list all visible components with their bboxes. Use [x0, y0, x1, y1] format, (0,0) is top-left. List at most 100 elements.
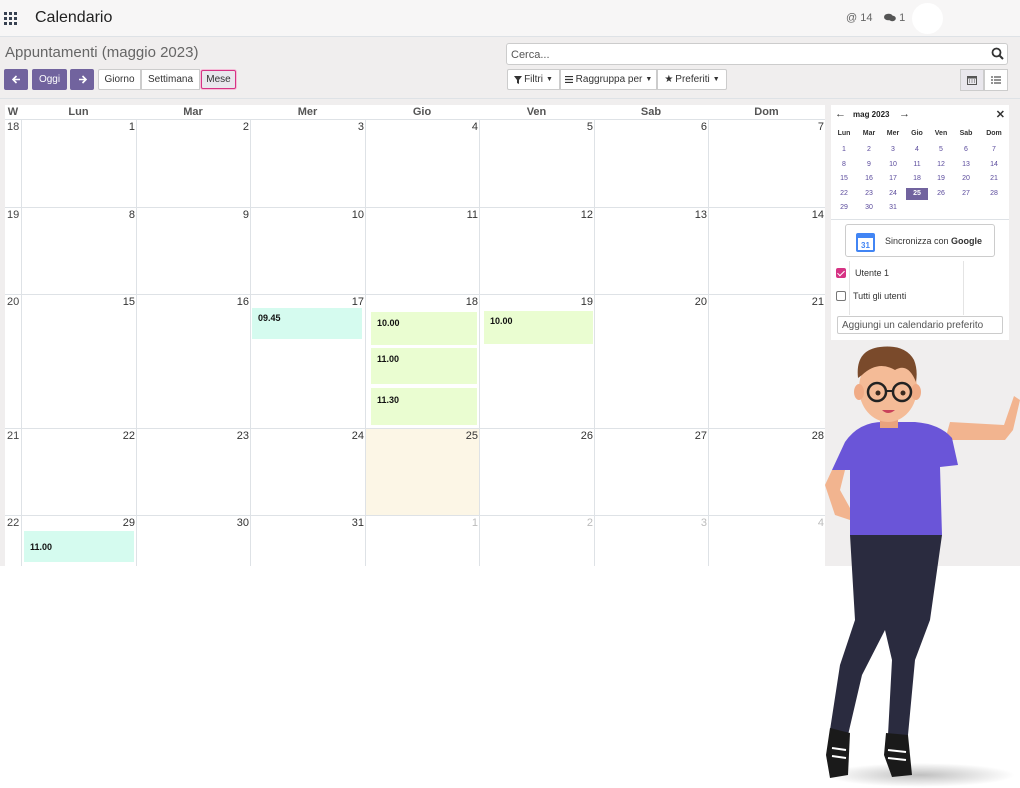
- calendar-day-cell[interactable]: 29 11.00: [21, 516, 136, 566]
- mini-calendar-day[interactable]: 27: [955, 188, 977, 200]
- calendar-event[interactable]: 10.00: [484, 311, 593, 344]
- group-by-dropdown[interactable]: Raggruppa per ▼: [560, 69, 657, 90]
- calendar-day-cell[interactable]: 14: [708, 208, 825, 294]
- mini-calendar-day[interactable]: 5: [930, 144, 952, 156]
- mini-calendar-day[interactable]: 9: [858, 159, 880, 171]
- mini-calendar-day[interactable]: 21: [983, 173, 1005, 185]
- calendar-event[interactable]: 10.00: [371, 312, 477, 345]
- calendar-day-cell[interactable]: 15: [21, 295, 136, 428]
- messages-indicator[interactable]: 1: [884, 12, 905, 24]
- mini-calendar-day[interactable]: 22: [833, 188, 855, 200]
- mini-calendar-day[interactable]: 18: [906, 173, 928, 185]
- view-week-button[interactable]: Settimana: [141, 69, 200, 90]
- calendar-day-cell[interactable]: 11: [365, 208, 479, 294]
- calendar-day-cell[interactable]: 3: [250, 120, 365, 207]
- star-icon: ★: [664, 74, 674, 85]
- calendar-day-cell[interactable]: 26: [479, 429, 594, 515]
- calendar-event[interactable]: 11.00: [24, 531, 134, 562]
- mini-calendar-day[interactable]: 19: [930, 173, 952, 185]
- mini-calendar-day[interactable]: 3: [882, 144, 904, 156]
- mini-calendar-day[interactable]: 29: [833, 202, 855, 214]
- calendar-day-cell[interactable]: 19 10.00: [479, 295, 594, 428]
- mini-calendar-day[interactable]: 31: [882, 202, 904, 214]
- mini-calendar-day[interactable]: 4: [906, 144, 928, 156]
- calendar-day-cell[interactable]: 2: [479, 516, 594, 566]
- filter-utente1[interactable]: Utente 1: [836, 268, 889, 278]
- checkbox[interactable]: [836, 291, 846, 301]
- close-icon[interactable]: ✕: [996, 108, 1005, 121]
- calendar-day-cell[interactable]: 5: [479, 120, 594, 207]
- mini-calendar-day[interactable]: 8: [833, 159, 855, 171]
- calendar-day-cell[interactable]: 16: [136, 295, 250, 428]
- calendar-event[interactable]: 09.45: [252, 308, 362, 339]
- calendar-day-cell[interactable]: 7: [708, 120, 825, 207]
- mini-calendar-day[interactable]: 15: [833, 173, 855, 185]
- view-month-button[interactable]: Mese: [201, 70, 236, 89]
- apps-menu-icon[interactable]: [4, 12, 17, 25]
- calendar-day-cell[interactable]: 6: [594, 120, 708, 207]
- mini-calendar-day[interactable]: 14: [983, 159, 1005, 171]
- previous-button[interactable]: [4, 69, 28, 90]
- filter-all-users[interactable]: Tutti gli utenti: [836, 291, 906, 301]
- mini-calendar-day[interactable]: 23: [858, 188, 880, 200]
- calendar-day-cell[interactable]: 12: [479, 208, 594, 294]
- calendar-day-cell[interactable]: 27: [594, 429, 708, 515]
- arrow-right-icon[interactable]: →: [899, 108, 910, 120]
- mentions-indicator[interactable]: @ 14: [846, 12, 872, 24]
- arrow-left-icon[interactable]: ←: [835, 108, 846, 120]
- calendar-day-cell[interactable]: 18 10.00 11.00 11.30: [365, 295, 479, 428]
- mini-calendar-day[interactable]: 1: [833, 144, 855, 156]
- weekday-header: Lun: [68, 106, 89, 118]
- mini-calendar-day[interactable]: 26: [930, 188, 952, 200]
- calendar-day-cell[interactable]: 17 09.45: [250, 295, 365, 428]
- calendar-day-cell[interactable]: 22: [21, 429, 136, 515]
- list-view-button[interactable]: [984, 69, 1008, 91]
- mini-calendar-day[interactable]: 6: [955, 144, 977, 156]
- mini-calendar-day[interactable]: 7: [983, 144, 1005, 156]
- mini-calendar-day[interactable]: 13: [955, 159, 977, 171]
- calendar-day-cell[interactable]: 9: [136, 208, 250, 294]
- calendar-day-cell[interactable]: 31: [250, 516, 365, 566]
- calendar-day-cell[interactable]: 8: [21, 208, 136, 294]
- mini-calendar-day[interactable]: 17: [882, 173, 904, 185]
- calendar-day-cell[interactable]: 20: [594, 295, 708, 428]
- mini-calendar-day[interactable]: 11: [906, 159, 928, 171]
- calendar-day-cell[interactable]: 23: [136, 429, 250, 515]
- view-day-button[interactable]: Giorno: [98, 69, 141, 90]
- search-bar[interactable]: [506, 43, 1008, 65]
- mini-calendar-day[interactable]: 10: [882, 159, 904, 171]
- calendar-day-cell[interactable]: 4: [365, 120, 479, 207]
- mini-calendar-day[interactable]: 20: [955, 173, 977, 185]
- calendar-day-cell[interactable]: 13: [594, 208, 708, 294]
- search-input[interactable]: [511, 47, 981, 62]
- favorites-dropdown[interactable]: ★ Preferiti ▼: [657, 69, 727, 90]
- mini-calendar-day[interactable]: 16: [858, 173, 880, 185]
- today-button[interactable]: Oggi: [32, 69, 67, 90]
- app-title[interactable]: Calendario: [35, 9, 112, 27]
- checkbox-checked[interactable]: [836, 268, 846, 278]
- calendar-event[interactable]: 11.00: [371, 348, 477, 384]
- search-icon[interactable]: [991, 47, 1004, 60]
- calendar-day-cell[interactable]: 2: [136, 120, 250, 207]
- next-button[interactable]: [70, 69, 94, 90]
- calendar-day-cell[interactable]: 10: [250, 208, 365, 294]
- day-number: 27: [694, 430, 707, 442]
- user-avatar[interactable]: [912, 3, 943, 34]
- google-sync-button[interactable]: 31 Sincronizza con Google: [845, 224, 995, 257]
- calendar-day-cell[interactable]: 1: [21, 120, 136, 207]
- calendar-day-cell[interactable]: 24: [250, 429, 365, 515]
- mini-calendar-day[interactable]: 24: [882, 188, 904, 200]
- filters-dropdown[interactable]: Filtri ▼: [507, 69, 560, 90]
- mini-calendar-day[interactable]: 28: [983, 188, 1005, 200]
- mini-calendar-day-selected[interactable]: 25: [906, 187, 928, 200]
- calendar-view-button[interactable]: [960, 69, 984, 91]
- calendar-day-cell[interactable]: 30: [136, 516, 250, 566]
- mini-calendar-day[interactable]: 30: [858, 202, 880, 214]
- calendar-event[interactable]: 11.30: [371, 388, 477, 425]
- calendar-day-cell-today[interactable]: 25: [365, 429, 479, 515]
- calendar-day-cell[interactable]: 1: [365, 516, 479, 566]
- day-number: 17: [351, 296, 364, 308]
- mini-calendar-day[interactable]: 12: [930, 159, 952, 171]
- mini-calendar-day[interactable]: 2: [858, 144, 880, 156]
- calendar-day-cell[interactable]: 3: [594, 516, 708, 566]
